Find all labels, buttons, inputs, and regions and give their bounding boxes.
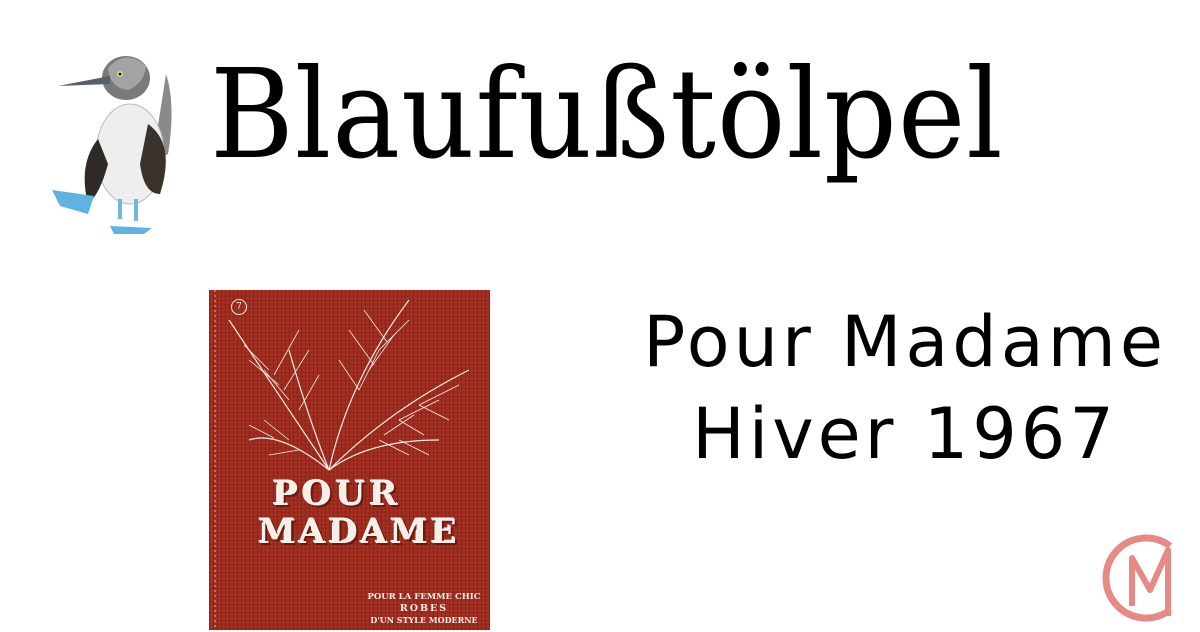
cover-subtitle-line2: ROBES <box>399 603 449 614</box>
cover-title-line1: POUR <box>272 474 402 514</box>
post-headline[interactable]: Pour Madame Hiver 1967 <box>610 296 1200 480</box>
headline-line1: Pour Madame <box>643 301 1167 383</box>
cm-monogram-icon[interactable] <box>1098 528 1198 628</box>
site-title[interactable]: Blaufußtölpel <box>210 40 1004 190</box>
magazine-cover-image[interactable]: 7 POUR MADAME POUR LA FEMME CHIC ROBES D… <box>209 290 490 630</box>
issue-number: 7 <box>231 299 247 315</box>
cover-title-line2: MADAME <box>258 512 460 552</box>
headline-line2: Hiver 1967 <box>692 393 1118 475</box>
site-header: Blaufußtölpel <box>0 0 1200 250</box>
cover-subtitle-line3: D'UN STYLE MODERNE <box>370 615 478 625</box>
blue-footed-booby-icon[interactable] <box>48 44 188 234</box>
cover-subtitle-line1: POUR LA FEMME CHIC <box>367 592 481 602</box>
